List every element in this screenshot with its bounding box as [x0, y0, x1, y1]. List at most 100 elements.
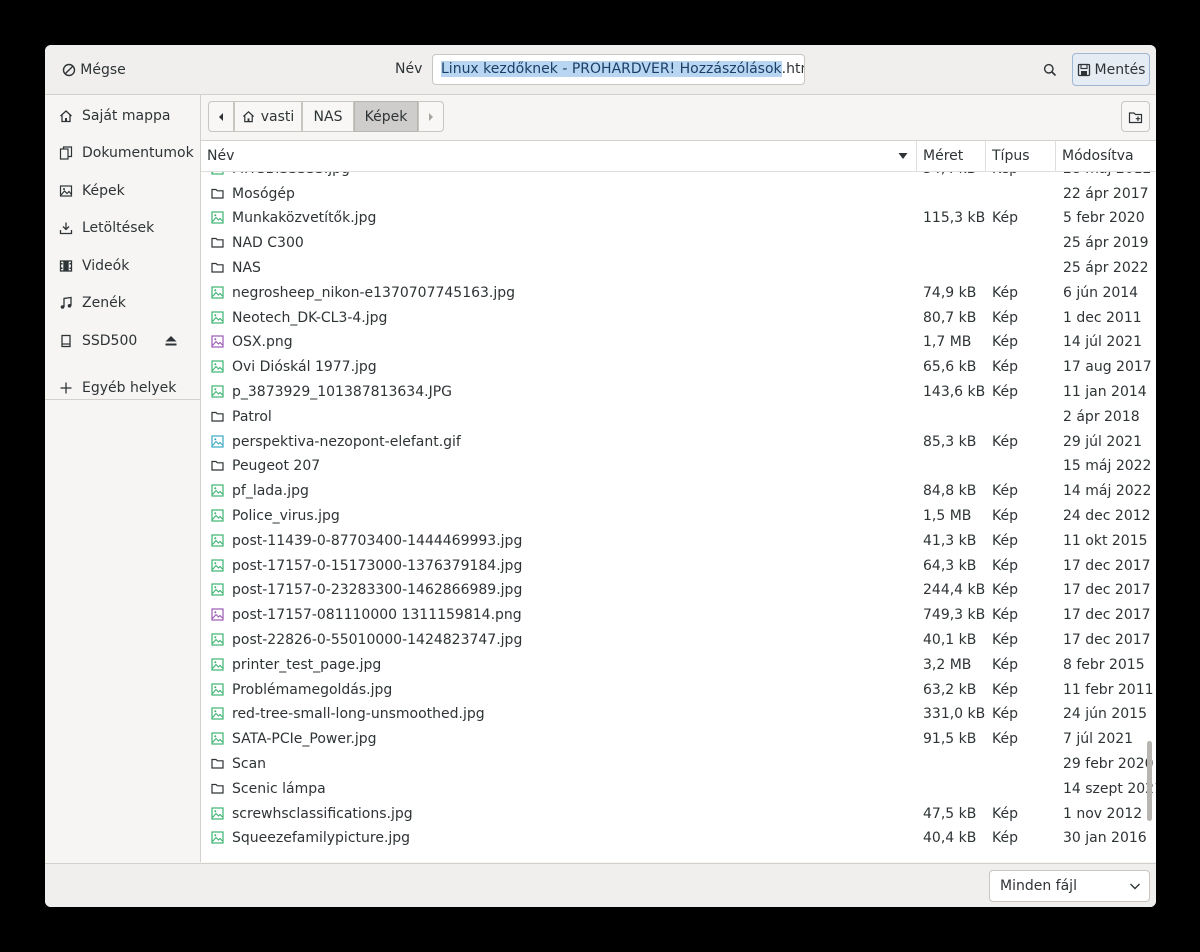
file-row[interactable]: Mosógép 22 ápr 2017: [201, 182, 1156, 207]
file-type: Kép: [992, 334, 1018, 351]
file-size: 1,7 MB: [923, 334, 972, 351]
file-row[interactable]: Scan 29 febr 2020: [201, 752, 1156, 777]
sidebar-item-documents[interactable]: Dokumentumok: [45, 135, 200, 171]
file-row[interactable]: post-17157-0-23283300-1462866989.jpg 244,…: [201, 578, 1156, 603]
file-name: NAS: [232, 260, 261, 276]
file-modified: 17 aug 2017: [1063, 359, 1152, 376]
music-icon: [60, 296, 72, 309]
save-icon: [1077, 63, 1090, 76]
file-row[interactable]: perspektiva-nezopont-elefant.gif 85,3 kB K…: [201, 430, 1156, 455]
file-name: red-tree-small-long-unsmoothed.jpg: [232, 706, 485, 723]
file-row[interactable]: post-17157-081110000 1311159814.png 749,3…: [201, 603, 1156, 628]
file-name: pf_lada.jpg: [232, 483, 309, 500]
path-bar: vasti NAS Képek: [201, 95, 1156, 141]
file-name: Squeezefamilypicture.jpg: [232, 830, 411, 847]
file-row[interactable]: p_3873929_101387813634.JPG 143,6 kB Kép 11 …: [201, 380, 1156, 405]
dialog-footer: Minden fájl: [45, 863, 1156, 907]
file-modified: 11 okt 2015: [1063, 532, 1148, 549]
file-row[interactable]: post-17157-0-15173000-1376379184.jpg 64,3…: [201, 554, 1156, 579]
path-forward-button[interactable]: [418, 101, 444, 132]
image-file-icon: [211, 211, 224, 224]
cancel-label: Mégse: [80, 62, 126, 78]
path-segment-kepek[interactable]: Képek: [354, 101, 418, 132]
image-file-icon: [211, 534, 224, 547]
file-list[interactable]: Név Méret Típus Módosítva Minigépek.png1…: [201, 141, 1156, 862]
folder-icon: [211, 411, 224, 422]
path-back-button[interactable]: [208, 101, 234, 132]
column-header-label: Típus: [992, 148, 1030, 164]
file-modified: 1 nov 2012: [1063, 805, 1143, 822]
file-type-filter-select[interactable]: Minden fájl: [989, 870, 1150, 902]
file-name: screwhsclassifications.jpg: [232, 805, 413, 822]
file-modified: 17 dec 2017: [1063, 582, 1151, 599]
column-header-size[interactable]: Méret: [917, 141, 986, 171]
file-row[interactable]: Scenic lámpa 14 szept 2021: [201, 777, 1156, 802]
file-modified: 24 jún 2015: [1063, 706, 1147, 723]
sidebar-item-other-locations[interactable]: Egyéb helyek: [45, 370, 200, 406]
file-row[interactable]: Squeezefamilypicture.jpg 40,4 kB Kép 30 jan…: [201, 826, 1156, 851]
save-button[interactable]: Mentés: [1072, 53, 1150, 86]
file-row[interactable]: Patrol 2 ápr 2018: [201, 405, 1156, 430]
file-row[interactable]: Ovi Dióskál 1977.jpg 65,6 kB Kép 17 aug 201…: [201, 355, 1156, 380]
file-type: Kép: [992, 805, 1018, 822]
path-segment-nas[interactable]: NAS: [302, 101, 354, 132]
sidebar-item-videos[interactable]: Videók: [45, 248, 200, 284]
home-icon: [242, 111, 254, 123]
file-type: Kép: [992, 557, 1018, 574]
column-header-type[interactable]: Típus: [986, 141, 1056, 171]
eject-icon[interactable]: [164, 334, 178, 348]
sidebar-item-downloads[interactable]: Letöltések: [45, 210, 200, 246]
file-row[interactable]: Peugeot 207 15 máj 2022: [201, 454, 1156, 479]
file-type: Kép: [992, 210, 1018, 227]
file-size: 40,4 kB: [923, 830, 977, 847]
file-name: Scenic lámpa: [232, 780, 326, 797]
sidebar-item-label: Dokumentumok: [82, 145, 194, 161]
filename-input[interactable]: Linux kezdőknek - PROHARDVER! Hozzászólá…: [432, 54, 805, 85]
sidebar-item-home[interactable]: Saját mappa: [45, 98, 200, 134]
image-file-icon: [211, 707, 224, 720]
new-folder-button[interactable]: [1121, 101, 1150, 132]
sidebar-item-pictures[interactable]: Képek: [45, 173, 200, 209]
file-modified: 14 júl 2021: [1063, 334, 1142, 351]
file-name: perspektiva-nezopont-elefant.gif: [232, 433, 461, 450]
file-row[interactable]: post-22826-0-55010000-1424823747.jpg 40,1…: [201, 628, 1156, 653]
sidebar-item-ssd500[interactable]: SSD500: [45, 323, 200, 359]
file-row[interactable]: pf_lada.jpg 84,8 kB Kép 14 máj 2022: [201, 479, 1156, 504]
file-row[interactable]: Police_virus.jpg 1,5 MB Kép 24 dec 2012: [201, 504, 1156, 529]
file-type: Kép: [992, 731, 1018, 748]
folder-icon: [211, 783, 224, 794]
file-size: 74,9 kB: [923, 284, 977, 301]
cancel-button[interactable]: Mégse: [51, 54, 137, 86]
file-row[interactable]: red-tree-small-long-unsmoothed.jpg 331,0 …: [201, 702, 1156, 727]
column-header-name[interactable]: Név: [201, 141, 917, 171]
file-modified: 17 dec 2017: [1063, 557, 1151, 574]
file-row[interactable]: OSX.png 1,7 MB Kép 14 júl 2021: [201, 330, 1156, 355]
file-row[interactable]: post-11439-0-87703400-1444469993.jpg 41,3…: [201, 529, 1156, 554]
file-row[interactable]: screwhsclassifications.jpg 47,5 kB Kép 1 no…: [201, 802, 1156, 827]
file-row[interactable]: Munkaközvetítők.jpg 115,3 kB Kép 5 febr 202…: [201, 206, 1156, 231]
file-modified: 29 febr 2020: [1063, 756, 1154, 772]
file-size: 749,3 kB: [923, 607, 986, 624]
file-size: 84,8 kB: [923, 483, 977, 500]
save-label: Mentés: [1094, 61, 1146, 78]
file-row[interactable]: printer_test_page.jpg 3,2 MB Kép 8 febr 201…: [201, 653, 1156, 678]
sidebar-item-label: Zenék: [82, 295, 126, 311]
column-header-modified[interactable]: Módosítva: [1056, 141, 1156, 171]
file-row[interactable]: Neotech_DK-CL3-4.jpg 80,7 kB Kép 1 dec 2011: [201, 306, 1156, 331]
path-segment-home[interactable]: vasti: [234, 101, 302, 132]
file-row[interactable]: NAD C300 25 ápr 2019: [201, 231, 1156, 256]
sort-down-icon: [898, 153, 908, 159]
image-file-icon: [211, 484, 224, 497]
scrollbar-thumb[interactable]: [1147, 741, 1152, 821]
file-row[interactable]: NAS 25 ápr 2022: [201, 256, 1156, 281]
file-size: 47,5 kB: [923, 805, 977, 822]
file-type: Kép: [992, 284, 1018, 301]
sidebar-item-label: Egyéb helyek: [82, 380, 177, 396]
file-row[interactable]: Problémamegoldás.jpg 63,2 kB Kép 11 febr 20…: [201, 678, 1156, 703]
search-button[interactable]: [1035, 55, 1065, 85]
home-icon: [60, 110, 72, 123]
file-name: Police_virus.jpg: [232, 508, 340, 524]
file-row[interactable]: SATA-PCIe_Power.jpg 91,5 kB Kép 7 júl 2021: [201, 727, 1156, 752]
sidebar-item-music[interactable]: Zenék: [45, 285, 200, 321]
file-row[interactable]: negrosheep_nikon-e1370707745163.jpg 74,9 …: [201, 281, 1156, 306]
